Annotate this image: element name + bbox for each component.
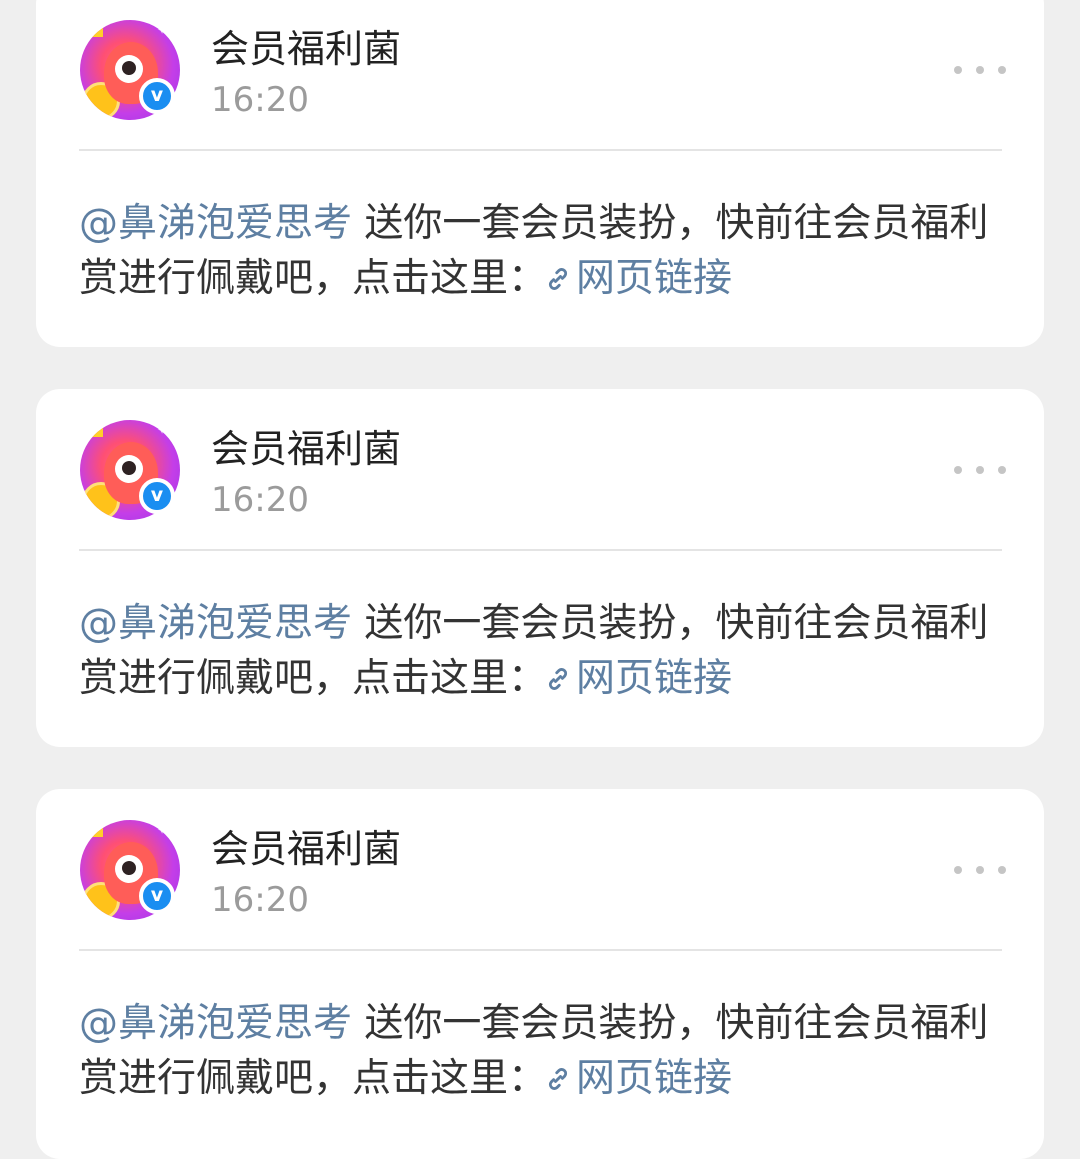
web-link[interactable]: 网页链接 bbox=[547, 1056, 732, 1101]
sparkle-icon: ✦ bbox=[156, 823, 167, 837]
card-header: ✦ v 会员福利菌 16:20 bbox=[36, 0, 1044, 151]
avatar[interactable]: ✦ v bbox=[80, 420, 180, 520]
card-header: ✦ v 会员福利菌 16:20 bbox=[36, 400, 1044, 551]
link-icon bbox=[548, 1068, 568, 1090]
message-feed: ✦ v 会员福利菌 16:20 @鼻涕泡爱思考 送你一套会员装扮，快前往会员福利… bbox=[0, 0, 1080, 1159]
author-name[interactable]: 会员福利菌 bbox=[211, 27, 401, 71]
message-card: ✦ v 会员福利菌 16:20 @鼻涕泡爱思考 送你一套会员装扮，快前往会员福利… bbox=[36, 789, 1044, 1159]
message-card: ✦ v 会员福利菌 16:20 @鼻涕泡爱思考 送你一套会员装扮，快前往会员福利… bbox=[36, 389, 1044, 747]
message-card: ✦ v 会员福利菌 16:20 @鼻涕泡爱思考 送你一套会员装扮，快前往会员福利… bbox=[36, 0, 1044, 347]
avatar[interactable]: ✦ v bbox=[80, 820, 180, 920]
monster-pupil bbox=[122, 861, 136, 875]
more-options-icon[interactable] bbox=[954, 854, 1006, 886]
message-body: @鼻涕泡爱思考 送你一套会员装扮，快前往会员福利赏进行佩戴吧，点击这里： 网页链接 bbox=[79, 996, 999, 1106]
verified-badge-icon: v bbox=[139, 878, 175, 914]
avatar[interactable]: ✦ v bbox=[80, 20, 180, 120]
divider bbox=[79, 549, 1002, 551]
crown-icon bbox=[83, 823, 103, 837]
web-link-label: 网页链接 bbox=[576, 1056, 733, 1101]
message-body: @鼻涕泡爱思考 送你一套会员装扮，快前往会员福利赏进行佩戴吧，点击这里： 网页链接 bbox=[79, 196, 999, 306]
verified-badge-icon: v bbox=[139, 78, 175, 114]
user-mention-link[interactable]: @鼻涕泡爱思考 bbox=[79, 1001, 352, 1046]
user-mention-link[interactable]: @鼻涕泡爱思考 bbox=[79, 601, 352, 646]
web-link-label: 网页链接 bbox=[576, 656, 733, 701]
user-mention-link[interactable]: @鼻涕泡爱思考 bbox=[79, 201, 352, 246]
crown-icon bbox=[83, 23, 103, 37]
web-link[interactable]: 网页链接 bbox=[547, 256, 732, 301]
more-options-icon[interactable] bbox=[954, 454, 1006, 486]
sparkle-icon: ✦ bbox=[156, 23, 167, 37]
sparkle-icon: ✦ bbox=[156, 423, 167, 437]
divider bbox=[79, 949, 1002, 951]
web-link-label: 网页链接 bbox=[576, 256, 733, 301]
monster-pupil bbox=[122, 461, 136, 475]
message-body: @鼻涕泡爱思考 送你一套会员装扮，快前往会员福利赏进行佩戴吧，点击这里： 网页链接 bbox=[79, 596, 999, 706]
verified-badge-icon: v bbox=[139, 478, 175, 514]
author-name[interactable]: 会员福利菌 bbox=[211, 427, 401, 471]
post-time: 16:20 bbox=[211, 480, 309, 520]
crown-icon bbox=[83, 423, 103, 437]
card-header: ✦ v 会员福利菌 16:20 bbox=[36, 800, 1044, 951]
post-time: 16:20 bbox=[211, 880, 309, 920]
web-link[interactable]: 网页链接 bbox=[547, 656, 732, 701]
author-name[interactable]: 会员福利菌 bbox=[211, 827, 401, 871]
post-time: 16:20 bbox=[211, 80, 309, 120]
link-icon bbox=[548, 668, 568, 690]
link-icon bbox=[548, 268, 568, 290]
more-options-icon[interactable] bbox=[954, 54, 1006, 86]
divider bbox=[79, 149, 1002, 151]
monster-pupil bbox=[122, 61, 136, 75]
